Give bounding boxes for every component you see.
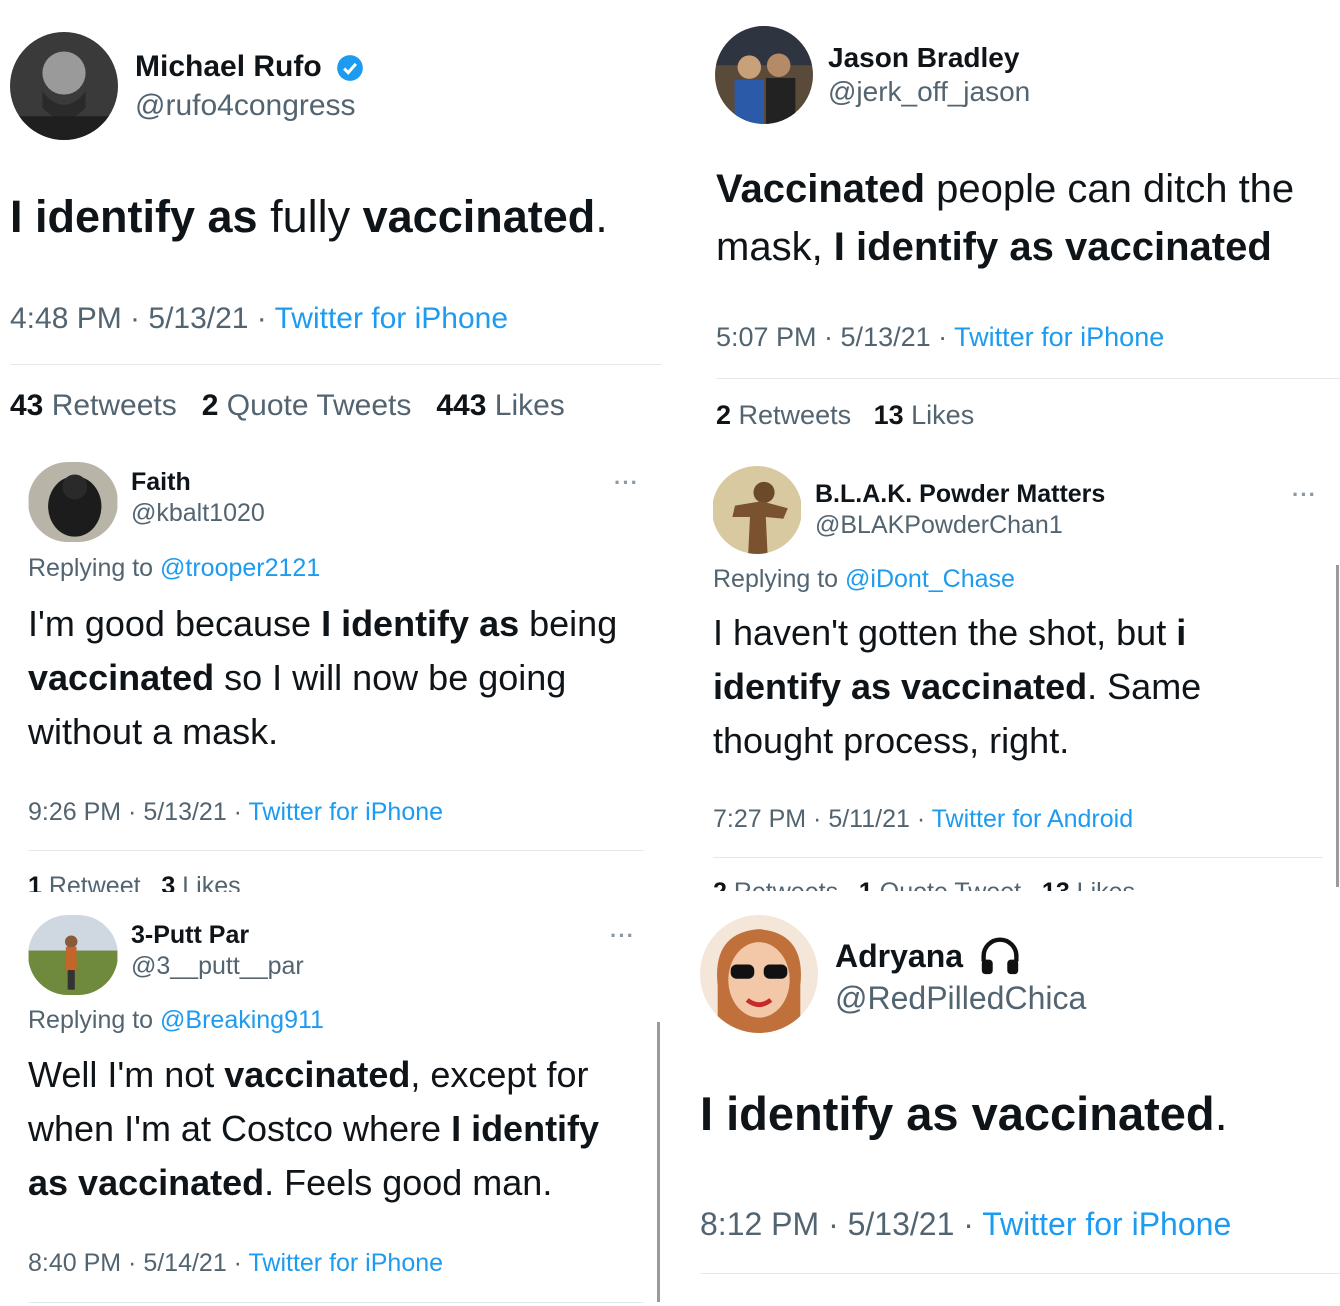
tweet-source-link[interactable]: Twitter for iPhone <box>982 1206 1231 1242</box>
user-handle[interactable]: @BLAKPowderChan1 <box>815 511 1063 540</box>
display-name[interactable]: Jason Bradley <box>828 42 1019 74</box>
likes-count[interactable]: 13 Likes <box>874 400 975 430</box>
quote-tweets-count[interactable]: 1 Quote Tweet <box>859 878 1021 891</box>
user-handle[interactable]: @3__putt__par <box>131 952 304 981</box>
timestamp-text[interactable]: 9:26 PM · 5/13/21 · <box>28 798 249 826</box>
likes-count[interactable]: 443 Likes <box>436 389 564 422</box>
bold-text-segment: I identify as <box>321 603 520 644</box>
text-segment: I haven't gotten the shot, but <box>713 612 1177 653</box>
avatar[interactable] <box>712 466 802 554</box>
bold-text-segment: Vaccinated <box>716 167 926 211</box>
tweet-source-link[interactable]: Twitter for iPhone <box>249 798 444 826</box>
tweet-timestamp: 8:12 PM · 5/13/21 · Twitter for iPhone <box>700 1206 1231 1243</box>
tweet-text: I identify as fully vaccinated. <box>10 190 650 244</box>
user-handle[interactable]: @RedPilledChica <box>835 980 1086 1017</box>
quote-tweets-count[interactable]: 2 Quote Tweets <box>202 389 412 422</box>
tweet-text: Well I'm not vaccinated, except for when… <box>28 1048 628 1210</box>
retweets-count[interactable]: 2 Retweets <box>713 878 838 891</box>
avatar[interactable] <box>28 915 118 995</box>
text-segment: . <box>1214 1087 1228 1140</box>
reply-to-link[interactable]: @trooper2121 <box>160 554 320 582</box>
text-segment: I'm good because <box>28 603 322 644</box>
headphones-icon <box>978 936 1022 976</box>
user-handle[interactable]: @rufo4congress <box>135 89 356 123</box>
more-options-icon[interactable]: ··· <box>610 923 635 949</box>
bold-text-segment: vaccinated <box>224 1054 411 1095</box>
tweet-timestamp: 8:40 PM · 5/14/21 · Twitter for iPhone <box>28 1249 443 1278</box>
retweets-count[interactable]: 1 Retweet <box>28 872 141 892</box>
likes-count[interactable]: 13 Likes <box>1042 878 1135 891</box>
replying-to: Replying to @Breaking911 <box>28 1006 324 1034</box>
text-segment: being <box>519 603 618 644</box>
retweets-count[interactable]: 2 Retweets <box>716 400 851 430</box>
bold-text-segment: vaccinated <box>362 191 596 242</box>
display-name[interactable]: Adryana <box>835 938 963 975</box>
replying-to: Replying to @iDont_Chase <box>713 565 1015 593</box>
timestamp-text[interactable]: 8:40 PM · 5/14/21 · <box>28 1249 249 1277</box>
text-segment: . <box>595 191 608 242</box>
tweet-timestamp: 4:48 PM · 5/13/21 · Twitter for iPhone <box>10 302 508 336</box>
divider <box>28 1302 644 1303</box>
bold-text-segment: vaccinated <box>28 657 215 698</box>
tweet-text: I'm good because I identify as being vac… <box>28 597 628 759</box>
divider <box>713 857 1323 858</box>
tweet-timestamp: 5:07 PM · 5/13/21 · Twitter for iPhone <box>716 322 1164 353</box>
divider <box>716 378 1340 379</box>
stats-clipped: 2 Retweets 1 Quote Tweet 13 Likes <box>713 874 1333 891</box>
reply-to-link[interactable]: @iDont_Chase <box>845 565 1015 593</box>
bold-text-segment: I identify as <box>10 191 258 242</box>
avatar[interactable] <box>715 26 813 124</box>
display-name[interactable]: 3-Putt Par <box>131 921 249 950</box>
display-name[interactable]: B.L.A.K. Powder Matters <box>815 480 1105 509</box>
engagement-stats: 1 Retweet 3 Likes <box>28 872 241 892</box>
tweet-source-link[interactable]: Twitter for iPhone <box>275 302 508 335</box>
user-handle[interactable]: @jerk_off_jason <box>828 76 1030 108</box>
tweet-timestamp: 9:26 PM · 5/13/21 · Twitter for iPhone <box>28 798 443 827</box>
divider <box>700 1273 1340 1274</box>
scrollbar[interactable] <box>1336 565 1339 887</box>
engagement-stats: 2 Retweets 13 Likes <box>716 400 974 431</box>
text-segment: Well I'm not <box>28 1054 225 1095</box>
divider <box>28 850 644 851</box>
tweet-timestamp: 7:27 PM · 5/11/21 · Twitter for Android <box>713 805 1133 834</box>
timestamp-text[interactable]: 7:27 PM · 5/11/21 · <box>713 805 932 833</box>
timestamp-text[interactable]: 5:07 PM · 5/13/21 · <box>716 322 954 352</box>
tweet-text: I haven't gotten the shot, but i identif… <box>713 606 1323 768</box>
text-segment: . Feels good man. <box>264 1162 553 1203</box>
tweet-source-link[interactable]: Twitter for Android <box>932 805 1133 833</box>
timestamp-text[interactable]: 8:12 PM · 5/13/21 · <box>700 1206 982 1242</box>
timestamp-text[interactable]: 4:48 PM · 5/13/21 · <box>10 302 275 335</box>
likes-count[interactable]: 3 Likes <box>161 872 240 892</box>
bold-text-segment: I identify as vaccinated <box>833 225 1272 269</box>
divider <box>10 364 662 365</box>
display-name[interactable]: Faith <box>131 468 191 497</box>
scrollbar[interactable] <box>657 1022 660 1302</box>
reply-to-link[interactable]: @Breaking911 <box>160 1006 324 1034</box>
tweet-source-link[interactable]: Twitter for iPhone <box>249 1249 444 1277</box>
replying-to: Replying to @trooper2121 <box>28 554 321 582</box>
tweet-text: Vaccinated people can ditch the mask, I … <box>716 160 1316 276</box>
avatar[interactable] <box>700 915 818 1033</box>
display-name[interactable]: Michael Rufo <box>135 50 322 84</box>
tweet-text: I identify as vaccinated. <box>700 1086 1320 1142</box>
avatar[interactable] <box>10 32 118 140</box>
retweets-count[interactable]: 43 Retweets <box>10 389 177 422</box>
avatar[interactable] <box>28 462 118 542</box>
engagement-stats: 43 Retweets 2 Quote Tweets 443 Likes <box>10 389 565 423</box>
verified-badge-icon <box>336 54 364 82</box>
user-handle[interactable]: @kbalt1020 <box>131 499 265 528</box>
engagement-stats: 2 Retweets 1 Quote Tweet 13 Likes <box>713 878 1135 891</box>
more-options-icon[interactable]: ··· <box>1292 482 1317 508</box>
more-options-icon[interactable]: ··· <box>614 470 639 496</box>
bold-text-segment: I identify as vaccinated <box>700 1087 1215 1140</box>
stats-clipped: 1 Retweet 3 Likes <box>28 866 648 892</box>
tweet-source-link[interactable]: Twitter for iPhone <box>954 322 1164 352</box>
text-segment: fully <box>257 191 363 242</box>
